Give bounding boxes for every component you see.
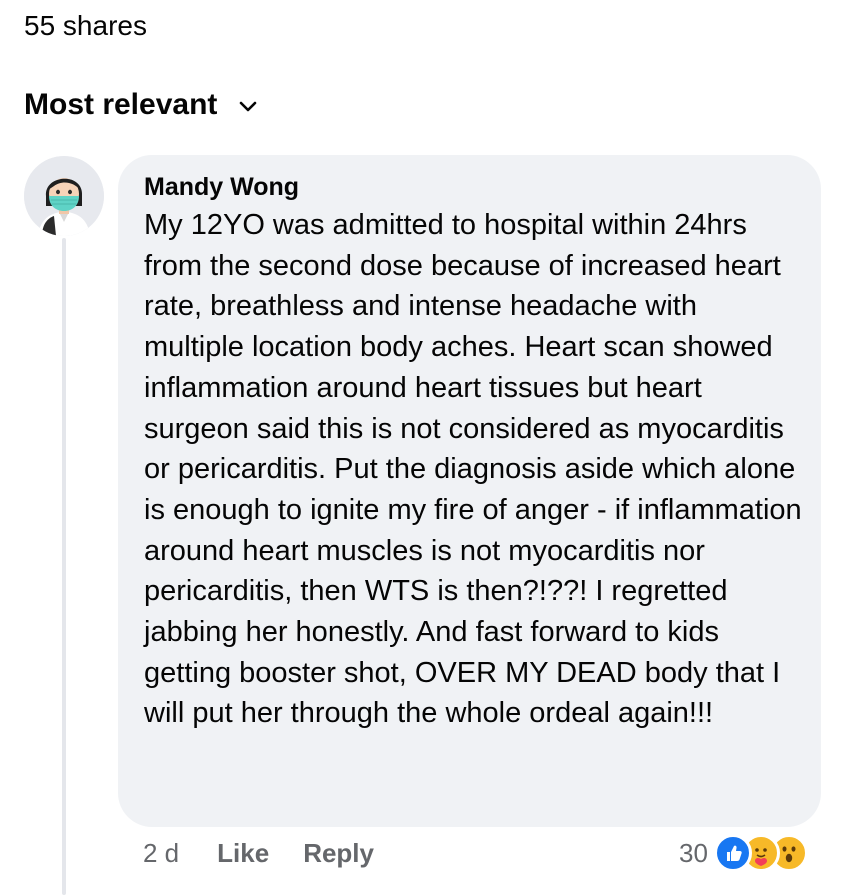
chevron-down-icon	[239, 101, 257, 113]
shares-count[interactable]: 55 shares	[24, 10, 147, 42]
reaction-count: 30	[679, 837, 708, 868]
avatar[interactable]	[24, 156, 104, 236]
reply-button[interactable]: Reply	[303, 838, 374, 869]
sort-dropdown[interactable]: Most relevant	[24, 88, 257, 122]
comment-author[interactable]: Mandy Wong	[144, 169, 797, 205]
comment-timestamp[interactable]: 2 d	[143, 838, 179, 869]
comment-actions: 2 d Like Reply	[143, 838, 408, 869]
reactions-summary[interactable]: 30	[679, 834, 808, 872]
sort-label: Most relevant	[24, 88, 218, 121]
masked-person-avatar-icon	[24, 156, 104, 236]
like-button[interactable]: Like	[217, 838, 269, 869]
comment-bubble: Mandy Wong My 12YO was admitted to hospi…	[118, 155, 821, 827]
comment-text: My 12YO was admitted to hospital within …	[144, 209, 802, 730]
thread-line	[62, 238, 66, 895]
like-icon	[713, 834, 752, 872]
